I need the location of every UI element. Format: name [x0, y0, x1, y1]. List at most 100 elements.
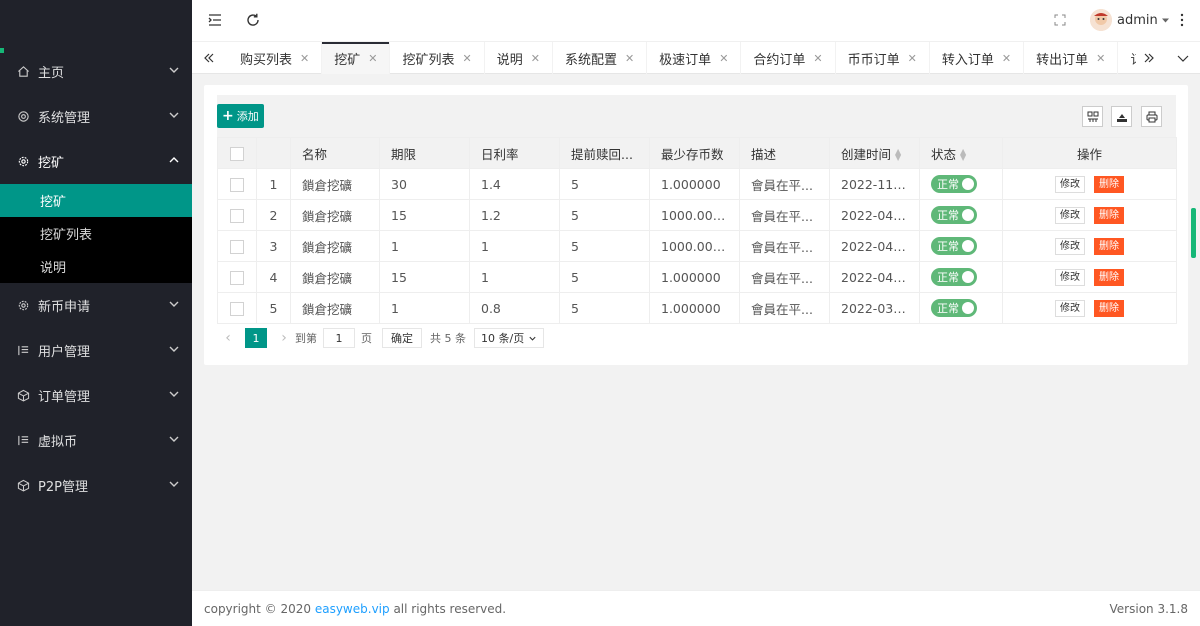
created-time-header[interactable]: 创建时间 ▲ ▼	[829, 137, 920, 169]
close-icon[interactable]: ✕	[462, 52, 471, 65]
status-toggle[interactable]: 正常	[931, 175, 977, 193]
goto-page-input[interactable]: 1	[323, 328, 355, 348]
row-index: 4	[256, 261, 291, 293]
select-all-checkbox[interactable]	[230, 146, 244, 161]
more-vertical-icon[interactable]	[1174, 12, 1190, 28]
row-checkbox[interactable]	[230, 177, 244, 192]
row-checkbox[interactable]	[230, 239, 244, 254]
delete-button[interactable]: 删除	[1094, 207, 1124, 224]
sidebar-item-orders[interactable]: 订单管理	[0, 373, 192, 418]
close-icon[interactable]: ✕	[908, 52, 917, 65]
user-menu[interactable]: admin	[1090, 9, 1170, 31]
edit-button[interactable]: 修改	[1055, 207, 1085, 224]
tab-item[interactable]: 购买列表 ✕	[228, 42, 323, 74]
cell-created: 2022-04-1...	[829, 230, 920, 262]
toggle-knob	[962, 209, 974, 221]
row-checkbox[interactable]	[230, 301, 244, 316]
status-cell: 正常	[919, 199, 1003, 231]
close-icon[interactable]: ✕	[300, 52, 309, 65]
toggle-knob	[962, 240, 974, 252]
tab-item[interactable]: 系统配置 ✕	[553, 42, 648, 74]
version-label: Version 3.1.8	[1109, 601, 1188, 616]
refresh-icon[interactable]	[245, 12, 261, 28]
edit-button[interactable]: 修改	[1055, 238, 1085, 255]
close-icon[interactable]: ✕	[625, 52, 634, 65]
status-header[interactable]: 状态 ▲ ▼	[919, 137, 1003, 169]
row-checkbox[interactable]	[230, 270, 244, 285]
chevron-down-icon	[168, 388, 180, 400]
tab-item[interactable]: 币币订单 ✕	[836, 42, 930, 74]
columns-filter-icon[interactable]	[1082, 106, 1103, 127]
sidebar-item-home[interactable]: 主页	[0, 49, 192, 94]
status-cell: 正常	[919, 292, 1003, 324]
prev-page-icon[interactable]: ‹	[217, 330, 239, 346]
status-toggle[interactable]: 正常	[931, 237, 977, 255]
cell-redeem: 5	[559, 261, 650, 293]
actions-cell: 修改 删除	[1002, 168, 1177, 200]
delete-button[interactable]: 删除	[1094, 238, 1124, 255]
page-scrollbar[interactable]	[1191, 208, 1196, 258]
sidebar-item-new-coin[interactable]: 新币申请	[0, 283, 192, 328]
close-icon[interactable]: ✕	[531, 52, 540, 65]
sidebar-item-users[interactable]: 用户管理	[0, 328, 192, 373]
tab-list: 购买列表 ✕ 挖矿 ✕ 挖矿列表 ✕ 说明 ✕ 系统配置 ✕ 极速订单 ✕ 合约订单 ✕ 币币订单 ✕ 转入订单…	[228, 42, 1136, 74]
sidebar-item-system[interactable]: 系统管理	[0, 94, 192, 139]
collapse-menu-icon[interactable]	[207, 12, 223, 28]
status-toggle[interactable]: 正常	[931, 299, 977, 317]
sort-icon[interactable]: ▲ ▼	[960, 148, 966, 162]
delete-button[interactable]: 删除	[1094, 269, 1124, 286]
actions-cell: 修改 删除	[1002, 261, 1177, 293]
goto-confirm-button[interactable]: 确定	[382, 328, 422, 348]
close-icon[interactable]: ✕	[368, 52, 377, 65]
export-icon[interactable]	[1111, 106, 1132, 127]
status-toggle[interactable]: 正常	[931, 206, 977, 224]
tabs-scroll-left-icon[interactable]	[192, 42, 226, 74]
delete-button[interactable]: 删除	[1094, 176, 1124, 193]
tab-item[interactable]: 转入订单 ✕	[930, 42, 1025, 74]
tabs-scroll-right-icon[interactable]	[1132, 42, 1166, 74]
sidebar-item-label: 挖矿	[38, 156, 65, 171]
tab-item[interactable]: 极速订单 ✕	[647, 42, 742, 74]
submenu-item-mining-list[interactable]: 挖矿列表	[0, 217, 192, 250]
home-icon	[16, 65, 30, 79]
sort-icon[interactable]: ▲ ▼	[895, 148, 901, 162]
tab-label: 极速订单	[659, 52, 712, 68]
status-toggle[interactable]: 正常	[931, 268, 977, 286]
print-icon[interactable]	[1141, 106, 1162, 127]
fullscreen-icon[interactable]	[1052, 12, 1068, 28]
sidebar-item-virtual-coin[interactable]: 虚拟币	[0, 418, 192, 463]
tab-item[interactable]: 说明 ✕	[485, 42, 553, 74]
sidebar-item-p2p[interactable]: P2P管理	[0, 463, 192, 508]
column-header: 提前赎回...	[559, 137, 650, 169]
edit-button[interactable]: 修改	[1055, 176, 1085, 193]
current-page[interactable]: 1	[245, 328, 267, 348]
close-icon[interactable]: ✕	[1002, 52, 1011, 65]
status-label: 正常	[937, 302, 959, 315]
footer-link[interactable]: easyweb.vip	[315, 602, 390, 616]
submenu-item-mining[interactable]: 挖矿	[0, 184, 192, 217]
edit-button[interactable]: 修改	[1055, 300, 1085, 317]
page-size-select[interactable]: 10 条/页	[474, 328, 545, 348]
edit-button[interactable]: 修改	[1055, 269, 1085, 286]
tab-item[interactable]: 转出订单 ✕	[1024, 42, 1119, 74]
tab-label: 购买列表	[240, 52, 293, 68]
close-icon[interactable]: ✕	[813, 52, 822, 65]
mining-submenu: 挖矿 挖矿列表 说明	[0, 184, 192, 283]
delete-button[interactable]: 删除	[1094, 300, 1124, 317]
tab-item[interactable]: 挖矿 ✕	[322, 42, 391, 74]
cell-name: 鎖倉挖礦	[290, 261, 380, 293]
tab-item[interactable]: 挖矿列表 ✕	[390, 42, 485, 74]
status-label: 正常	[937, 178, 959, 191]
column-header: 期限	[379, 137, 470, 169]
tabs-dropdown-icon[interactable]	[1166, 42, 1200, 74]
close-icon[interactable]: ✕	[719, 52, 728, 65]
tab-item[interactable]: 合约订单 ✕	[741, 42, 836, 74]
row-checkbox[interactable]	[230, 208, 244, 223]
sidebar-item-label: 主页	[38, 66, 65, 81]
sidebar-item-mining[interactable]: 挖矿	[0, 139, 192, 184]
next-page-icon[interactable]: ›	[273, 330, 295, 346]
add-button[interactable]: + 添加	[217, 104, 264, 128]
close-icon[interactable]: ✕	[1096, 52, 1105, 65]
sidebar-item-label: 用户管理	[38, 345, 91, 360]
submenu-item-description[interactable]: 说明	[0, 250, 192, 283]
